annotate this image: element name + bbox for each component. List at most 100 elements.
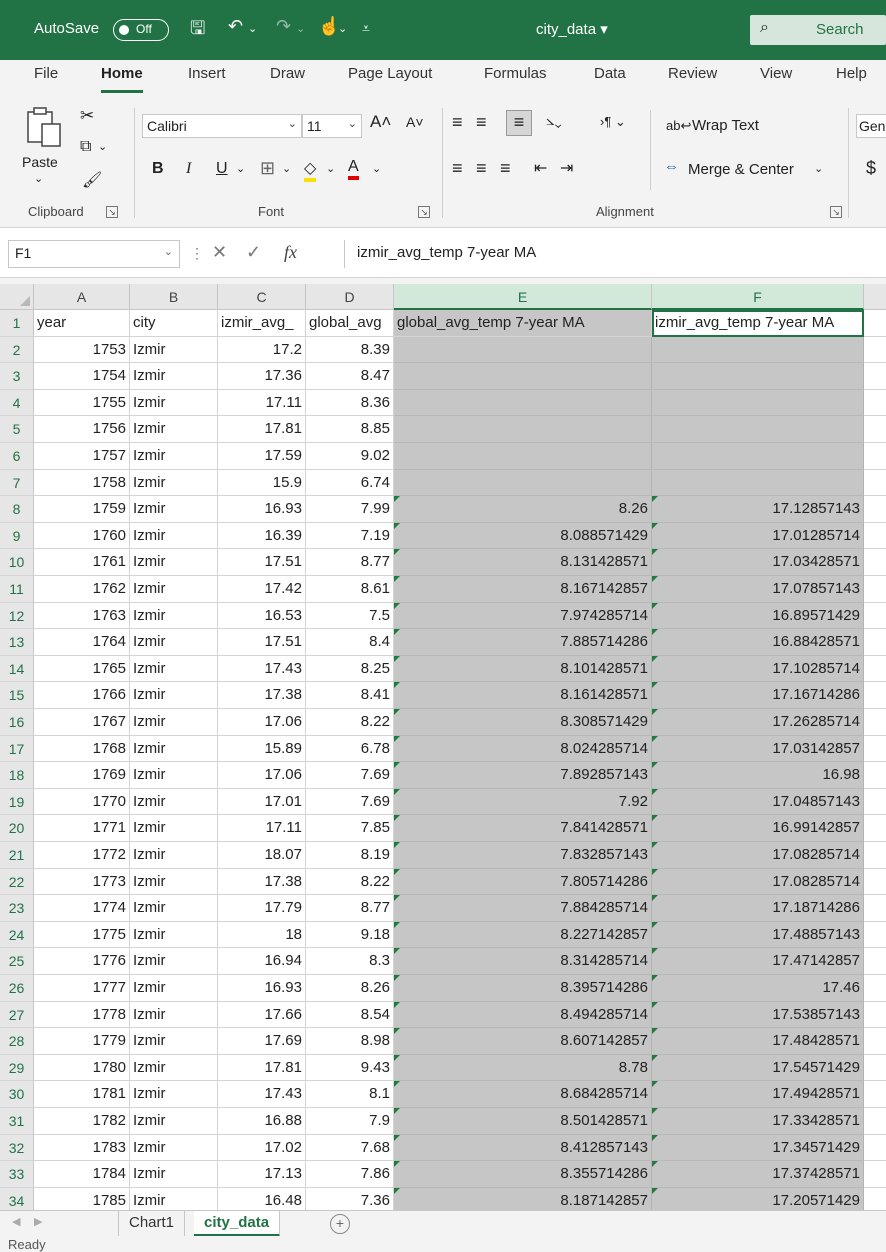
cell-year[interactable]: 1772 [34,842,130,869]
undo-dropdown-icon[interactable]: ⌄ [248,22,257,35]
cell-g[interactable] [864,922,886,949]
cell-global-ma[interactable]: 8.131428571 [394,549,652,576]
search-box[interactable]: ⌕ Search [750,15,886,45]
clipboard-launcher-icon[interactable]: ↘ [106,206,118,218]
cell-year[interactable]: 1760 [34,522,130,550]
cell-global-ma[interactable]: 8.494285714 [394,1001,652,1029]
cell-global-avg-temp[interactable]: 7.9 [306,1108,394,1135]
cell-global-ma[interactable] [394,469,652,497]
cell-izmir-avg-temp[interactable]: 17.79 [218,895,306,922]
bold-button[interactable]: B [152,160,164,178]
cell-year[interactable]: 1781 [34,1081,130,1108]
cell-city[interactable]: Izmir [130,522,218,550]
cell-city[interactable]: Izmir [130,1134,218,1162]
row-header[interactable]: 26 [0,975,34,1002]
cell-city[interactable]: Izmir [130,549,218,576]
cell-izmir-ma[interactable]: 17.07857143 [652,576,864,603]
cell-izmir-avg-temp[interactable]: 17.81 [218,1054,306,1082]
cell-g[interactable] [864,496,886,523]
cell-izmir-ma[interactable]: 17.08285714 [652,842,864,869]
align-middle-icon[interactable]: ≡ [476,112,487,133]
cell-izmir-ma[interactable]: 17.26285714 [652,709,864,736]
cell-year[interactable]: 1753 [34,336,130,364]
cell-city[interactable]: Izmir [130,336,218,364]
cell-global-avg-temp[interactable]: 9.43 [306,1054,394,1082]
cell-city[interactable]: Izmir [130,363,218,390]
cell-global-avg-temp[interactable]: 8.41 [306,682,394,709]
cell-g[interactable] [864,709,886,736]
cell-year[interactable]: 1764 [34,629,130,656]
sheet-tab-city-data[interactable]: city_data [194,1211,281,1237]
increase-indent-icon[interactable]: ⇥ [560,158,573,178]
cell-global-avg-temp[interactable]: 8.98 [306,1028,394,1055]
row-header[interactable]: 32 [0,1134,34,1162]
cell-city[interactable]: Izmir [130,975,218,1002]
redo-dropdown-icon[interactable]: ⌄ [296,22,305,35]
cell-izmir-ma[interactable]: 17.48428571 [652,1028,864,1055]
cell-year[interactable]: 1782 [34,1108,130,1135]
cell-global-avg-temp[interactable]: 8.19 [306,842,394,869]
borders-dropdown-icon[interactable]: ⌄ [282,162,291,175]
cell-year[interactable]: 1766 [34,682,130,709]
cell-year[interactable]: 1779 [34,1028,130,1055]
cell-global-avg-temp[interactable]: 8.4 [306,629,394,656]
cell-global-avg-temp[interactable]: 7.19 [306,522,394,550]
underline-button[interactable]: U [216,160,228,178]
tab-help[interactable]: Help [836,65,867,82]
cell-year[interactable]: 1770 [34,788,130,816]
cell-city[interactable]: Izmir [130,1028,218,1055]
cell-izmir-ma[interactable]: 16.98 [652,762,864,789]
font-name-select[interactable]: Calibri ⌄ [142,114,302,138]
cell-izmir-ma[interactable]: 17.10285714 [652,655,864,683]
cell-global-ma[interactable]: 8.167142857 [394,576,652,603]
cell-year[interactable]: 1762 [34,576,130,603]
cell-izmir-avg-temp[interactable]: 16.39 [218,522,306,550]
row-header[interactable]: 17 [0,735,34,763]
cell-global-avg-temp[interactable]: 6.78 [306,735,394,763]
cell-city[interactable]: Izmir [130,1187,218,1210]
cell-g[interactable] [864,603,886,630]
cell-global-ma[interactable] [394,443,652,470]
cell-global-avg-temp[interactable]: 7.99 [306,496,394,523]
cell-global-avg-temp[interactable]: 8.36 [306,389,394,417]
row-header[interactable]: 20 [0,815,34,842]
cell-g[interactable] [864,682,886,709]
cell-global-avg-temp[interactable]: 8.26 [306,975,394,1002]
cell-global-ma[interactable]: 8.101428571 [394,655,652,683]
cell-year[interactable]: 1761 [34,549,130,576]
tab-insert[interactable]: Insert [188,65,226,82]
cell-g[interactable] [864,1188,886,1210]
cell-global-avg-temp[interactable]: 7.68 [306,1134,394,1162]
fill-color-icon[interactable]: ◇ [304,158,317,182]
decrease-indent-icon[interactable]: ⇤ [534,158,547,178]
cell-global-avg-temp[interactable]: 8.47 [306,363,394,390]
cell-g[interactable] [864,975,886,1002]
cell-global-avg-temp[interactable]: 7.36 [306,1187,394,1210]
header-cell-year[interactable]: year [34,310,130,337]
copy-icon[interactable]: ⧉ [80,138,91,156]
cell-year[interactable]: 1777 [34,975,130,1002]
column-header-d[interactable]: D [306,284,394,310]
italic-button[interactable]: I [186,160,191,178]
paste-button[interactable]: Paste ⌄ [20,106,70,186]
cell-city[interactable]: Izmir [130,389,218,417]
row-header[interactable]: 8 [0,496,34,523]
cell-global-ma[interactable] [394,336,652,364]
column-header-f[interactable]: F [652,284,864,310]
column-header-b[interactable]: B [130,284,218,310]
sheet-tab-chart1[interactable]: Chart1 [118,1211,186,1237]
cell-global-ma[interactable] [394,389,652,417]
undo-icon[interactable]: ↶ [228,16,243,37]
cell-izmir-avg-temp[interactable]: 17.38 [218,682,306,709]
cell-g[interactable] [864,416,886,443]
cell-izmir-avg-temp[interactable]: 17.06 [218,762,306,789]
cell-izmir-ma[interactable] [652,389,864,417]
font-color-icon[interactable]: A [348,158,359,180]
cell-izmir-ma[interactable]: 17.03428571 [652,549,864,576]
cell-g[interactable] [864,523,886,550]
row-header[interactable]: 28 [0,1028,34,1055]
cell-izmir-ma[interactable]: 17.49428571 [652,1081,864,1108]
cell-city[interactable]: Izmir [130,443,218,470]
cell-year[interactable]: 1774 [34,895,130,922]
cell-izmir-avg-temp[interactable]: 17.59 [218,443,306,470]
